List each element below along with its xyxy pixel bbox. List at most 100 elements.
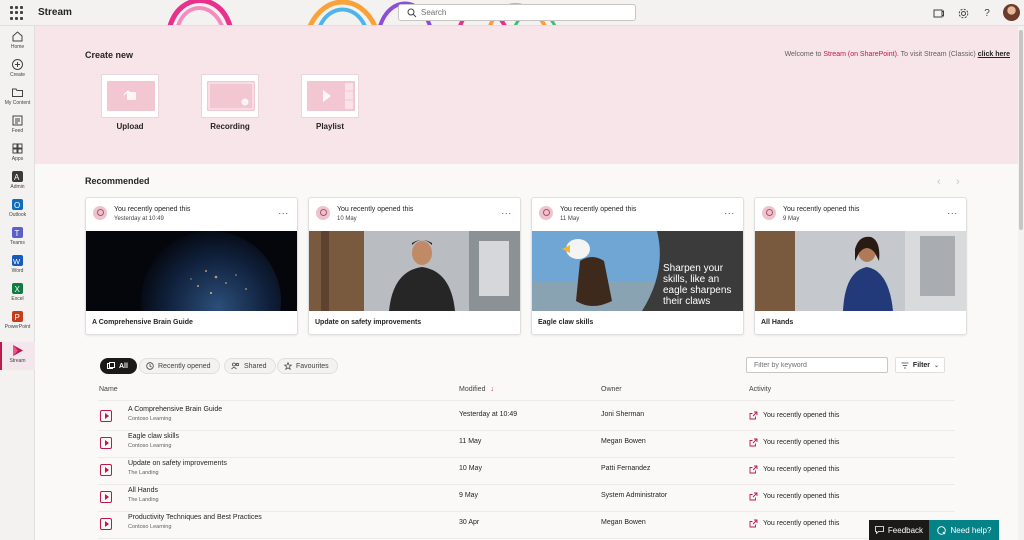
feedback-button[interactable]: Feedback: [869, 520, 929, 540]
excel-icon: X: [12, 283, 23, 294]
classic-click-here-link[interactable]: click here: [978, 51, 1010, 58]
card-title[interactable]: All Hands: [761, 319, 793, 326]
column-header-owner[interactable]: Owner: [601, 386, 622, 393]
filter-keyword-input[interactable]: [746, 357, 888, 373]
recording-illustration: [207, 81, 255, 111]
upload-label[interactable]: Upload: [90, 122, 170, 131]
rail-item-my-content[interactable]: My Content: [0, 84, 35, 112]
video-thumbnail: Sharpen your skills, like an eagle sharp…: [532, 231, 743, 311]
filter-all-pill[interactable]: All: [100, 358, 137, 374]
row-name[interactable]: A Comprehensive Brain Guide: [128, 406, 222, 413]
recommended-card[interactable]: You recently opened this 9 May ... All H…: [754, 197, 967, 335]
table-divider: [98, 400, 955, 401]
video-file-icon: [100, 518, 112, 530]
carousel-next-icon[interactable]: ›: [956, 176, 960, 188]
table-row[interactable]: Productivity Techniques and Best Practic…: [98, 511, 955, 538]
video-thumbnail: [86, 231, 297, 311]
rail-item-outlook[interactable]: O Outlook: [0, 196, 35, 224]
more-options-icon[interactable]: ...: [501, 206, 512, 216]
vertical-scrollbar[interactable]: [1018, 26, 1024, 540]
row-location[interactable]: The Landing: [128, 470, 159, 476]
rail-item-home[interactable]: Home: [0, 28, 35, 56]
search-box[interactable]: [398, 4, 636, 21]
feedback-chat-icon: [875, 526, 884, 534]
more-options-icon[interactable]: ...: [947, 206, 958, 216]
table-row[interactable]: A Comprehensive Brain Guide Contoso Lear…: [98, 403, 955, 430]
app-launcher-icon[interactable]: [10, 6, 24, 20]
create-new-title: Create new: [85, 50, 134, 60]
row-name[interactable]: All Hands: [128, 487, 158, 494]
open-external-icon: [749, 492, 758, 501]
filter-favourites-pill[interactable]: Favourites: [277, 358, 338, 374]
user-avatar[interactable]: [1003, 4, 1020, 21]
stream-icon: [13, 345, 23, 356]
recommended-title: Recommended: [85, 176, 150, 186]
open-external-icon: [749, 519, 758, 528]
row-name[interactable]: Eagle claw skills: [128, 433, 179, 440]
table-row[interactable]: All Hands The Landing 9 May System Admin…: [98, 484, 955, 511]
svg-text:O: O: [14, 201, 20, 210]
row-activity-label: You recently opened this: [763, 466, 840, 473]
filter-lines-icon: [901, 362, 909, 368]
filter-shared-pill[interactable]: Shared: [224, 358, 276, 374]
more-options-icon[interactable]: ...: [278, 206, 289, 216]
row-location[interactable]: The Landing: [128, 497, 159, 503]
recommended-card[interactable]: You recently opened this 11 May ... Shar…: [531, 197, 744, 335]
playlist-card[interactable]: [301, 74, 359, 118]
carousel-previous-icon[interactable]: ‹: [937, 176, 941, 188]
filter-button[interactable]: Filter ⌄: [895, 357, 945, 373]
recording-card[interactable]: [201, 74, 259, 118]
rail-item-stream[interactable]: Stream: [0, 342, 35, 370]
rail-item-create[interactable]: Create: [0, 56, 35, 84]
row-owner: Megan Bowen: [601, 438, 646, 445]
settings-gear-icon[interactable]: [956, 6, 970, 20]
people-icon: [231, 362, 240, 370]
card-title[interactable]: Eagle claw skills: [538, 319, 593, 326]
app-title[interactable]: Stream: [38, 7, 72, 18]
create-icon: [12, 59, 23, 70]
need-help-button[interactable]: Need help?: [929, 520, 999, 540]
more-options-icon[interactable]: ...: [724, 206, 735, 216]
thumbnail-overlay-text: Sharpen your skills, like an eagle sharp…: [663, 263, 732, 307]
upload-card[interactable]: [101, 74, 159, 118]
row-location[interactable]: Contoso Learning: [128, 443, 171, 449]
filter-recently-opened-pill[interactable]: Recently opened: [139, 358, 220, 374]
rail-item-admin[interactable]: A Admin: [0, 168, 35, 196]
rail-item-apps[interactable]: Apps: [0, 140, 35, 168]
help-question-icon[interactable]: ?: [980, 6, 994, 20]
video-feedback-icon[interactable]: [931, 6, 945, 20]
open-external-icon: [749, 411, 758, 420]
card-title[interactable]: Update on safety improvements: [315, 319, 421, 326]
rail-item-feed[interactable]: Feed: [0, 112, 35, 140]
recording-label[interactable]: Recording: [190, 122, 270, 131]
rail-item-teams[interactable]: T Teams: [0, 224, 35, 252]
playlist-label[interactable]: Playlist: [290, 122, 370, 131]
row-modified: 30 Apr: [459, 519, 480, 526]
welcome-stream-link[interactable]: Stream (on SharePoint): [823, 51, 897, 58]
column-header-name[interactable]: Name: [99, 386, 118, 393]
recommended-card[interactable]: You recently opened this Yesterday at 10…: [85, 197, 298, 335]
column-header-modified[interactable]: Modified ↓: [459, 386, 494, 393]
recommended-card[interactable]: You recently opened this 10 May ... Upda…: [308, 197, 521, 335]
row-location[interactable]: Contoso Learning: [128, 524, 171, 530]
video-thumbnail: [309, 231, 520, 311]
chevron-down-icon: ⌄: [934, 362, 940, 369]
card-activity: You recently opened this: [783, 206, 860, 213]
rail-label: Admin: [10, 184, 25, 190]
column-header-activity[interactable]: Activity: [749, 386, 771, 393]
folder-icon: [12, 88, 23, 97]
rail-item-powerpoint[interactable]: P PowerPoint: [0, 308, 35, 336]
person-avatar-icon: [316, 206, 330, 220]
row-name[interactable]: Update on safety improvements: [128, 460, 227, 467]
rail-item-word[interactable]: W Word: [0, 252, 35, 280]
rail-item-excel[interactable]: X Excel: [0, 280, 35, 308]
row-location[interactable]: Contoso Learning: [128, 416, 171, 422]
row-activity-label: You recently opened this: [763, 439, 840, 446]
card-title[interactable]: A Comprehensive Brain Guide: [92, 319, 193, 326]
table-row[interactable]: Update on safety improvements The Landin…: [98, 457, 955, 484]
row-name[interactable]: Productivity Techniques and Best Practic…: [128, 514, 262, 521]
search-input[interactable]: [421, 7, 621, 18]
scrollbar-thumb[interactable]: [1019, 30, 1023, 230]
rail-label: Word: [11, 268, 24, 274]
table-row[interactable]: Eagle claw skills Contoso Learning 11 Ma…: [98, 430, 955, 457]
